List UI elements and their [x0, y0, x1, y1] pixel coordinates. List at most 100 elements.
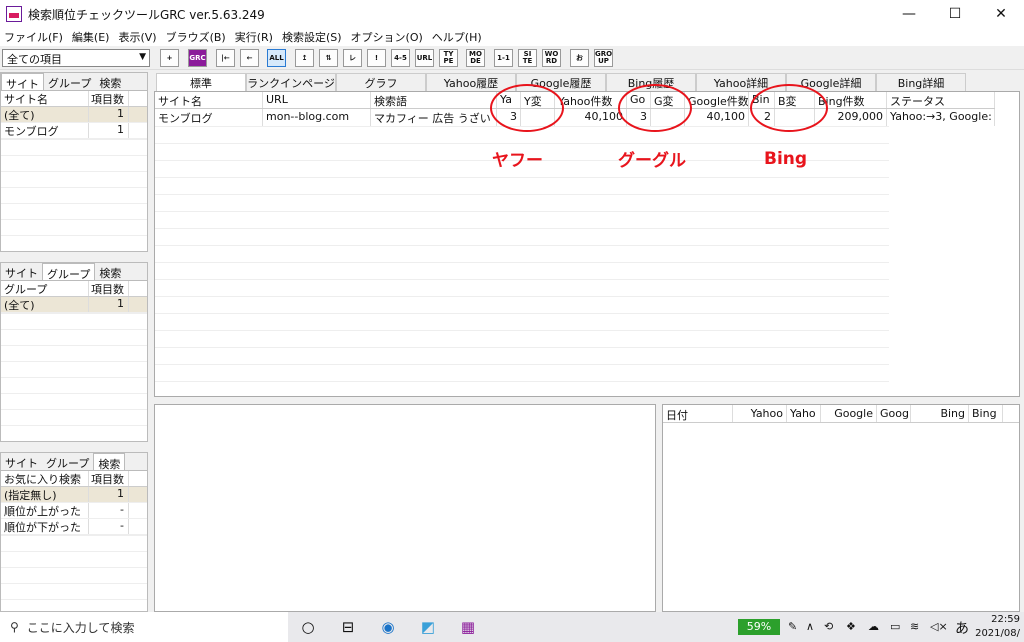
rank-up-button[interactable]: ↥	[295, 49, 314, 67]
one-to-one-button[interactable]: 1-1	[494, 49, 513, 67]
menu-options[interactable]: オプション(O)	[351, 29, 423, 45]
tab-group[interactable]: グループ	[42, 453, 93, 470]
tab-group[interactable]: グループ	[42, 263, 96, 281]
tab-bing-detail[interactable]: Bing詳細	[876, 73, 966, 91]
ranking-table: サイト名 URL 検索語 Ya Y変 Yahoo件数 Go G変 Google件…	[154, 91, 1020, 397]
menu-bar: ファイル(F) 編集(E) 表示(V) ブラウズ(B) 実行(R) 検索設定(S…	[0, 28, 1024, 46]
col-count[interactable]: 項目数	[89, 471, 129, 486]
col-date[interactable]: 日付	[663, 405, 733, 422]
alert-button[interactable]: !	[367, 49, 386, 67]
type-button[interactable]: TY PE	[439, 49, 458, 67]
col-group[interactable]: グループ	[1, 281, 89, 296]
col-google[interactable]: Google	[821, 405, 877, 422]
pen-icon[interactable]: ✎	[788, 620, 797, 633]
wifi-icon[interactable]: ≋	[910, 620, 919, 633]
tab-site[interactable]: サイト	[1, 263, 42, 280]
task-view-icon[interactable]: ⊟	[328, 612, 368, 642]
table-row[interactable]: モンブログ mon--blog.com マカフィー 広告 うざい 3 40,10…	[155, 109, 995, 126]
title-bar: 検索順位チェックツールGRC ver.5.63.249 — ☐ ✕	[0, 0, 1024, 28]
tab-group[interactable]: グループ	[44, 73, 95, 90]
dropbox-icon[interactable]: ❖	[846, 620, 856, 633]
chevron-up-icon[interactable]: ∧	[806, 620, 814, 633]
yahoo-annotation: ヤフー	[492, 151, 543, 171]
tab-site[interactable]: サイト	[1, 453, 42, 470]
cortana-icon[interactable]: ○	[288, 612, 328, 642]
cell-yahoo-count: 40,100	[555, 109, 627, 126]
table-header: サイト名 URL 検索語 Ya Y変 Yahoo件数 Go G変 Google件…	[155, 92, 995, 109]
list-item[interactable]: (指定無し) 1	[1, 487, 147, 503]
bing-annotation: Bing	[764, 149, 808, 169]
list-item[interactable]: (全て) 1	[1, 107, 147, 123]
taskbar-clock[interactable]: 22:59 2021/08/	[975, 613, 1020, 641]
sync-icon[interactable]: ⟲	[824, 620, 833, 633]
list-item[interactable]: 順位が上がった -	[1, 503, 147, 519]
battery-icon[interactable]: ▭	[890, 620, 900, 633]
cell-google-count: 40,100	[685, 109, 749, 126]
menu-search-settings[interactable]: 検索設定(S)	[282, 29, 342, 45]
grc-taskbar-icon[interactable]: ▦	[448, 612, 488, 642]
rank-4-5-button[interactable]: 4-5	[391, 49, 410, 67]
first-button[interactable]: |←	[216, 49, 235, 67]
tab-rank-in-page[interactable]: ランクインページ	[246, 73, 336, 91]
grc-run-button[interactable]: GRC	[188, 49, 207, 67]
col-favorite-search[interactable]: お気に入り検索	[1, 471, 89, 486]
all-button[interactable]: ALL	[267, 49, 286, 67]
col-status[interactable]: ステータス	[887, 92, 995, 108]
menu-view[interactable]: 表示(V)	[118, 29, 156, 45]
col-google-count[interactable]: Google件数	[685, 92, 749, 108]
col-site-name[interactable]: サイト名	[155, 92, 263, 108]
col-yahoo-count[interactable]: Yahoo件数	[555, 92, 627, 108]
col-count[interactable]: 項目数	[89, 91, 129, 106]
tab-graph[interactable]: グラフ	[336, 73, 426, 91]
menu-browse[interactable]: ブラウズ(B)	[166, 29, 226, 45]
tab-search[interactable]: 検索	[95, 263, 125, 280]
tab-site[interactable]: サイト	[1, 73, 44, 91]
favorite-button[interactable]: お	[570, 49, 589, 67]
col-google-change[interactable]: Goog	[877, 405, 911, 422]
col-keyword[interactable]: 検索語	[371, 92, 497, 108]
site-button[interactable]: SI TE	[518, 49, 537, 67]
menu-file[interactable]: ファイル(F)	[4, 29, 63, 45]
close-button[interactable]: ✕	[978, 0, 1024, 28]
taskbar-search-box[interactable]: ⚲ ここに入力して検索	[0, 612, 288, 642]
cloud-icon[interactable]: ☁	[868, 620, 879, 633]
tab-standard[interactable]: 標準	[156, 73, 246, 91]
bing-highlight-circle	[750, 84, 828, 132]
tab-yahoo-history[interactable]: Yahoo履歴	[426, 73, 516, 91]
check-button[interactable]: レ	[343, 49, 362, 67]
add-item-button[interactable]: +	[160, 49, 179, 67]
menu-run[interactable]: 実行(R)	[235, 29, 273, 45]
maximize-button[interactable]: ☐	[932, 0, 978, 28]
windows-taskbar: ⚲ ここに入力して検索 ○ ⊟ ◉ ◩ ▦ 59% ✎ ∧ ⟲ ❖ ☁ ▭ ≋ …	[0, 612, 1024, 642]
col-yahoo[interactable]: Yahoo	[733, 405, 787, 422]
col-site-name[interactable]: サイト名	[1, 91, 89, 106]
grid-background	[1, 313, 147, 441]
list-item[interactable]: モンブログ 1	[1, 123, 147, 139]
list-item[interactable]: (全て) 1	[1, 297, 147, 313]
battery-indicator[interactable]: 59%	[738, 619, 780, 635]
mode-button[interactable]: MO DE	[466, 49, 485, 67]
col-yahoo-change[interactable]: Yaho	[787, 405, 821, 422]
col-bing-change[interactable]: Bing	[969, 405, 1003, 422]
minimize-button[interactable]: —	[886, 0, 932, 28]
tab-search[interactable]: 検索	[93, 453, 126, 471]
table-header: 日付 Yahoo Yaho Google Goog Bing Bing	[663, 405, 1019, 423]
clock-date: 2021/08/	[975, 628, 1020, 639]
col-url[interactable]: URL	[263, 92, 371, 108]
edge-browser-icon[interactable]: ◉	[368, 612, 408, 642]
menu-help[interactable]: ヘルプ(H)	[432, 29, 482, 45]
url-button[interactable]: URL	[415, 49, 434, 67]
app-icon[interactable]: ◩	[408, 612, 448, 642]
tab-search[interactable]: 検索	[95, 73, 125, 90]
rank-change-button[interactable]: ⇅	[319, 49, 338, 67]
word-button[interactable]: WO RD	[542, 49, 561, 67]
col-count[interactable]: 項目数	[89, 281, 129, 296]
back-button[interactable]: ←	[240, 49, 259, 67]
speaker-icon[interactable]: ◁×	[930, 620, 948, 633]
group-button[interactable]: GRO UP	[594, 49, 613, 67]
item-filter-select[interactable]: 全ての項目 ▼	[2, 49, 150, 67]
list-item[interactable]: 順位が下がった -	[1, 519, 147, 535]
ime-indicator[interactable]: あ	[955, 618, 969, 638]
menu-edit[interactable]: 編集(E)	[72, 29, 110, 45]
col-bing[interactable]: Bing	[911, 405, 969, 422]
